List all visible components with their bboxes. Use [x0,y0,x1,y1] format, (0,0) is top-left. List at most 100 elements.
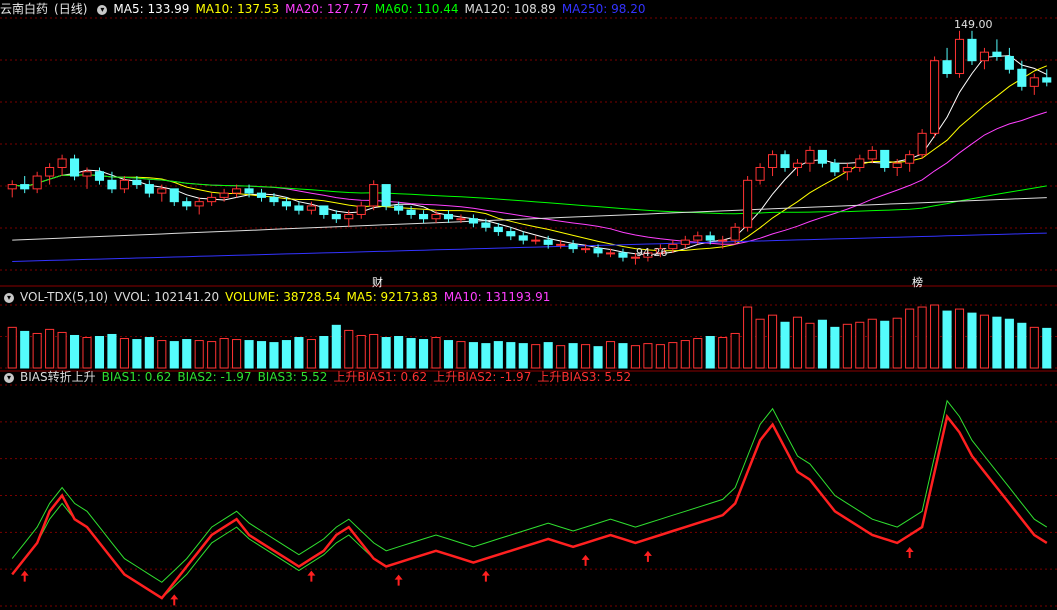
toggle-icon[interactable]: ▾ [4,292,14,303]
volume-bar [568,343,578,369]
candle-body [593,248,603,254]
bias-rising-line [11,413,1048,600]
candle-body [967,38,977,62]
event-marker-ranking[interactable]: 榜 [912,274,923,290]
volume-bar [792,316,803,369]
turn-up-arrow-icon [394,574,403,586]
bias-panel-header: ▾ BIAS转折上升 BIAS1: 0.62 BIAS2: -1.97 BIAS3: 5… [0,369,643,385]
volume-bar [518,343,528,369]
candle-body [94,171,105,181]
candle-body [1042,77,1052,83]
indicator-label: BIAS3: 5.52 [257,370,328,384]
ma20-line [12,111,1047,245]
volume-bar [743,306,753,369]
volume-bar [655,344,665,369]
volume-bar [693,338,703,369]
indicator-label: VOL-TDX(5,10) [20,290,109,304]
candle-body [219,192,229,198]
volume-bar [643,343,653,369]
volume-bar [356,334,366,369]
volume-bar [119,338,129,369]
indicator-label: MA5: 92173.83 [346,290,438,304]
candle-body [817,149,827,164]
candle-body [718,239,728,242]
volume-bar [1042,327,1052,369]
candle-body [406,209,416,215]
candle-body [992,51,1002,57]
candle-body [7,184,17,190]
toggle-icon[interactable]: ▾ [4,372,14,383]
candle-body [32,175,42,190]
volume-bar [57,331,67,369]
bias-line [11,415,1048,599]
candle-body [705,235,715,241]
candle-body [755,166,765,181]
volume-bar [855,321,865,369]
candle-body [780,154,790,168]
volume-bar [930,304,940,369]
candle-body [743,179,753,228]
candle-body [830,162,840,173]
candle-body [842,166,852,173]
candle-body [144,184,154,194]
candle-body [194,201,204,207]
candle-body [169,188,179,203]
volume-bar [94,336,105,369]
candle-body [1004,55,1014,70]
volume-indicators: VOL-TDX(5,10) VVOL: 102141.20 VOLUME: 3872… [20,290,556,304]
candle-body [668,243,678,250]
volume-bar [232,339,242,369]
ma10-line [12,65,1047,252]
volume-bar [7,326,17,369]
candle-body [419,213,429,220]
volume-bar [543,342,553,369]
volume-bar [630,345,640,369]
candle-body [232,188,242,194]
volume-bar [281,340,291,369]
chart-canvas[interactable] [0,0,1057,610]
candle-body [306,205,316,211]
indicator-label: 上升BIAS2: -1.97 [433,370,532,384]
volume-bar [45,328,55,369]
volume-bar [1004,318,1014,369]
candle-body [892,162,902,168]
candle-body [506,231,516,237]
candle-body [244,188,254,194]
turn-up-arrow-icon [581,554,590,566]
candle-body [905,154,915,164]
volume-bar [581,344,591,369]
indicator-label: BIAS转折上升 [20,370,96,384]
bias-indicators: BIAS转折上升 BIAS1: 0.62 BIAS2: -1.97 BIAS3: 5.… [20,370,637,384]
candle-body [979,51,989,62]
stock-chart-window[interactable]: 云南白药 (日线) ▾ MA5: 133.99 MA10: 137.53 MA20: 12… [0,0,1057,610]
volume-bar [817,319,827,369]
volume-bar [954,308,965,369]
turn-up-arrow-icon [307,570,316,582]
price-panel-header: 云南白药 (日线) ▾ MA5: 133.99 MA10: 137.53 MA20: 12… [0,1,658,17]
candle-body [331,213,341,220]
candle-body [855,158,865,168]
indicator-label: MA20: 127.77 [285,2,369,16]
candle-body [867,149,877,160]
candle-body [805,149,815,164]
toggle-icon[interactable]: ▾ [97,4,108,15]
volume-bar [979,314,989,369]
candle-body [107,179,117,190]
volume-bar [680,340,690,369]
candle-body [443,213,454,220]
event-marker-finance[interactable]: 财 [372,274,383,290]
candle-body [182,201,192,207]
ma250-line [12,232,1047,262]
candle-body [768,154,778,168]
volume-bar [194,340,204,369]
turn-up-arrow-icon [905,546,914,558]
indicator-label: 上升BIAS1: 0.62 [333,370,428,384]
candle-body [82,171,92,177]
candle-body [319,205,329,215]
candle-body [294,205,304,211]
volume-bar [942,310,952,369]
volume-bar [381,337,391,369]
volume-bar [169,341,179,369]
volume-bar [556,345,566,369]
ma5-line [12,55,1048,256]
